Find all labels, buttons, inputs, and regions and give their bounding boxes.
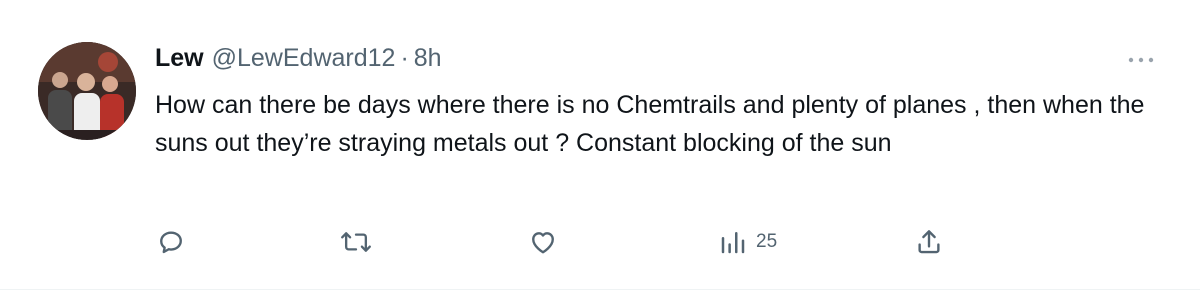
heart-icon <box>532 232 554 254</box>
bar-chart-icon <box>721 232 745 254</box>
avatar-photo <box>38 42 136 140</box>
timestamp[interactable]: 8h <box>414 44 442 73</box>
views-button[interactable]: 25 <box>718 222 777 262</box>
more-icon <box>1128 57 1154 63</box>
reply-button[interactable] <box>156 222 186 262</box>
author-handle[interactable]: @LewEdward12 <box>212 44 396 73</box>
share-icon <box>918 230 940 254</box>
reply-icon <box>160 231 182 254</box>
author-name[interactable]: Lew <box>155 44 204 73</box>
tweet-header: Lew @LewEdward12 · 8h <box>155 38 442 78</box>
tweet-actions: 25 <box>0 222 1200 262</box>
tweet[interactable]: Lew @LewEdward12 · 8h How can there be d… <box>0 0 1200 290</box>
tweet-text: How can there be days where there is no … <box>155 91 1145 157</box>
retweet-icon <box>341 232 371 252</box>
separator-dot: · <box>400 43 409 72</box>
avatar[interactable] <box>38 42 136 140</box>
views-count: 25 <box>756 231 778 252</box>
more-options-button[interactable] <box>1128 52 1154 63</box>
share-button[interactable] <box>914 222 944 262</box>
like-button[interactable] <box>528 222 558 262</box>
retweet-button[interactable] <box>340 222 372 262</box>
